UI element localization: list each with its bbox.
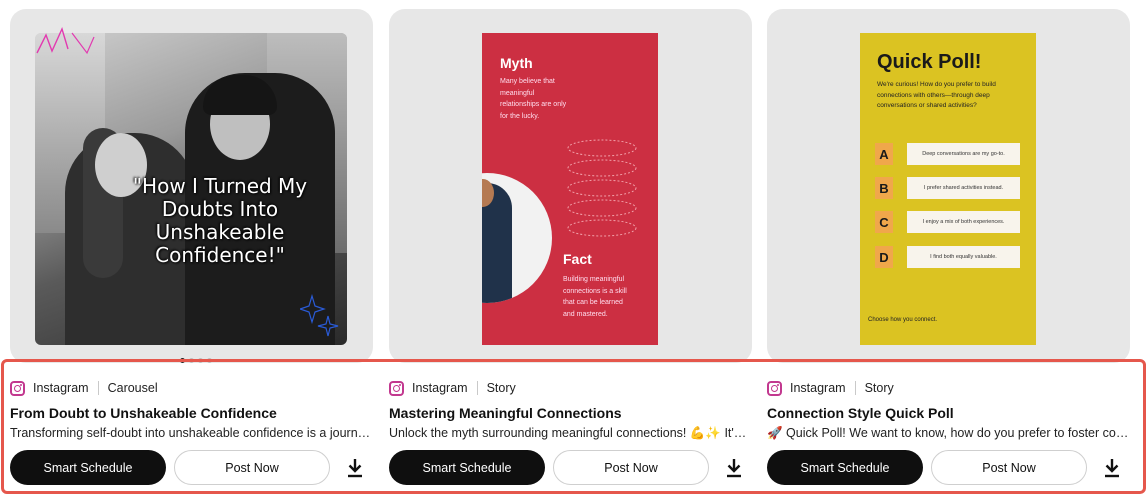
preview-panel[interactable]: Myth Many believe that meaningful relati… xyxy=(389,9,752,363)
poll-option: B I prefer shared activities instead. xyxy=(875,177,1020,199)
meta-divider xyxy=(476,381,478,395)
portrait-circle xyxy=(482,173,552,303)
post-now-button[interactable]: Post Now xyxy=(931,450,1087,485)
option-text: I prefer shared activities instead. xyxy=(907,177,1020,199)
post-title: From Doubt to Unshakeable Confidence xyxy=(10,405,277,421)
content-grid: "How I Turned My Doubts Into Unshakeable… xyxy=(0,0,1147,499)
content-card-3: Quick Poll! We're curious! How do you pr… xyxy=(767,0,1130,499)
poll-heading: Quick Poll! xyxy=(877,51,982,73)
instagram-icon xyxy=(389,380,404,396)
option-letter: A xyxy=(875,143,893,165)
option-text: Deep conversations are my go-to. xyxy=(907,143,1020,165)
content-card-1: "How I Turned My Doubts Into Unshakeable… xyxy=(10,0,373,499)
myth-text: Many believe that meaningful relationshi… xyxy=(500,78,567,120)
post-now-button[interactable]: Post Now xyxy=(174,450,330,485)
format-label: Story xyxy=(864,381,894,395)
poll-option: C I enjoy a mix of both experiences. xyxy=(875,211,1020,233)
sparkle-icon xyxy=(300,294,339,337)
carousel-dots[interactable] xyxy=(180,358,212,363)
platform-label: Instagram xyxy=(790,381,846,395)
post-description: Unlock the myth surrounding meaningful c… xyxy=(389,426,752,440)
platform-label: Instagram xyxy=(33,381,89,395)
format-label: Story xyxy=(486,381,516,395)
fact-heading: Fact xyxy=(563,251,592,267)
story-image: Quick Poll! We're curious! How do you pr… xyxy=(860,33,1036,345)
post-meta: Instagram Carousel xyxy=(10,378,158,398)
carousel-quote: "How I Turned My Doubts Into Unshakeable… xyxy=(132,174,308,267)
carousel-dot[interactable] xyxy=(180,358,185,363)
content-card-2: Myth Many believe that meaningful relati… xyxy=(389,0,752,499)
story-image: Myth Many believe that meaningful relati… xyxy=(482,33,658,345)
poll-footer: Choose how you connect. xyxy=(868,317,938,323)
post-meta: Instagram Story xyxy=(389,378,516,398)
download-icon[interactable] xyxy=(1102,457,1122,479)
post-title: Connection Style Quick Poll xyxy=(767,405,954,421)
poll-option: A Deep conversations are my go-to. xyxy=(875,143,1020,165)
meta-divider xyxy=(97,381,99,395)
format-label: Carousel xyxy=(107,381,158,395)
post-description: 🚀 Quick Poll! We want to know, how do yo… xyxy=(767,426,1130,440)
option-text: I find both equally valuable. xyxy=(907,246,1020,268)
poll-option: D I find both equally valuable. xyxy=(875,246,1020,268)
download-icon[interactable] xyxy=(345,457,365,479)
carousel-dot[interactable] xyxy=(189,358,194,363)
smart-schedule-button[interactable]: Smart Schedule xyxy=(767,450,923,485)
carousel-dot[interactable] xyxy=(207,358,212,363)
option-letter: C xyxy=(875,211,893,233)
option-text: I enjoy a mix of both experiences. xyxy=(907,211,1020,233)
preview-panel[interactable]: Quick Poll! We're curious! How do you pr… xyxy=(767,9,1130,363)
instagram-icon xyxy=(767,380,782,396)
option-letter: D xyxy=(875,246,893,268)
carousel-dot[interactable] xyxy=(198,358,203,363)
post-description: Transforming self-doubt into unshakeable… xyxy=(10,426,373,440)
smart-schedule-button[interactable]: Smart Schedule xyxy=(389,450,545,485)
post-title: Mastering Meaningful Connections xyxy=(389,405,622,421)
doodle-icon xyxy=(36,27,95,55)
myth-heading: Myth xyxy=(500,55,533,71)
fact-text: Building meaningful connections is a ski… xyxy=(563,276,627,318)
post-meta: Instagram Story xyxy=(767,378,894,398)
platform-label: Instagram xyxy=(412,381,468,395)
poll-question: We're curious! How do you prefer to buil… xyxy=(877,81,996,109)
instagram-icon xyxy=(10,380,25,396)
post-now-button[interactable]: Post Now xyxy=(553,450,709,485)
spiral-icon xyxy=(567,139,637,237)
smart-schedule-button[interactable]: Smart Schedule xyxy=(10,450,166,485)
option-letter: B xyxy=(875,177,893,199)
meta-divider xyxy=(854,381,856,395)
download-icon[interactable] xyxy=(724,457,744,479)
preview-panel[interactable]: "How I Turned My Doubts Into Unshakeable… xyxy=(10,9,373,363)
